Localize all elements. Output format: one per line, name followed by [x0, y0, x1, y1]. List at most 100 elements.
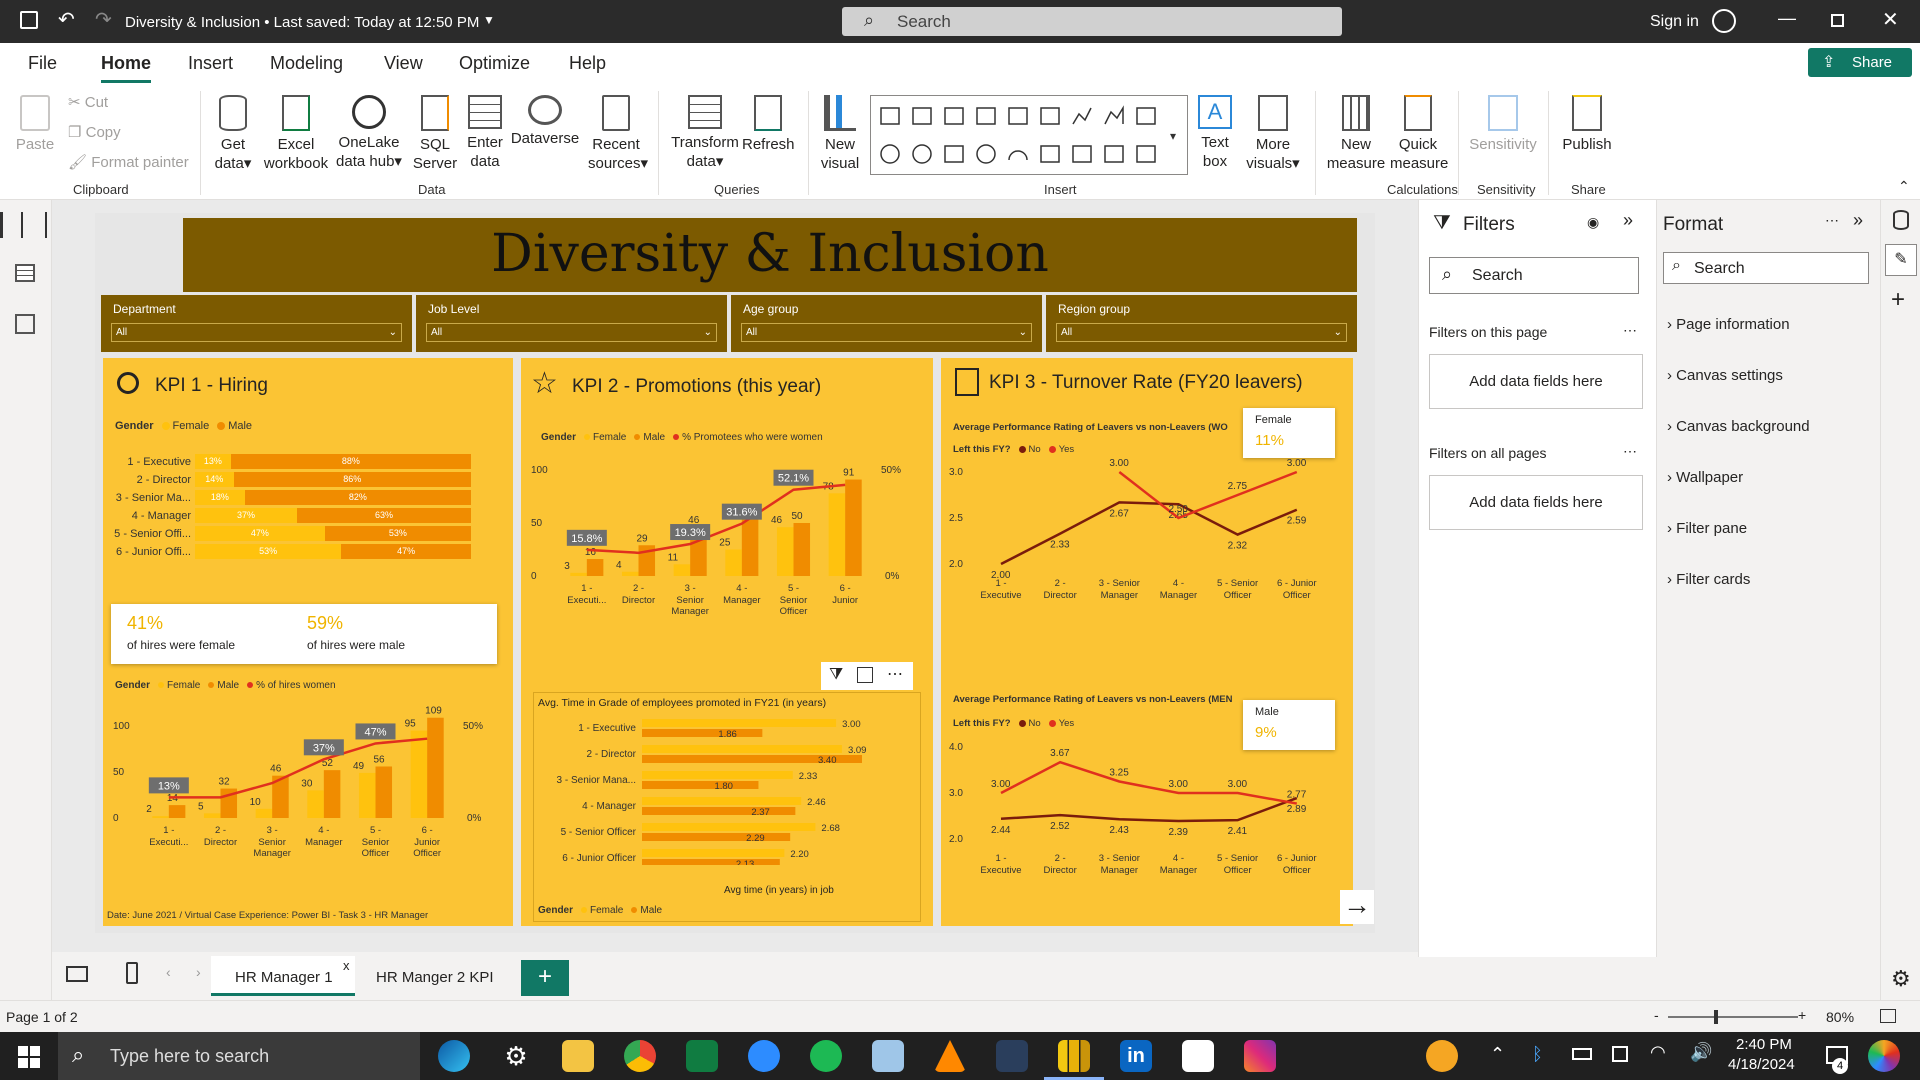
mobile-layout-icon[interactable]: [126, 962, 138, 984]
restore-icon[interactable]: [1831, 14, 1844, 27]
eye-icon[interactable]: ◉: [1587, 214, 1599, 231]
kpi3-panel[interactable]: KPI 3 - Turnover Rate (FY20 leavers) Ave…: [941, 358, 1353, 926]
menu-modeling[interactable]: Modeling: [270, 53, 343, 74]
tray-chevron-icon[interactable]: ⌃: [1490, 1044, 1505, 1065]
undo-icon[interactable]: ↶: [58, 7, 75, 32]
data-pane-icon[interactable]: [1893, 210, 1909, 230]
format-canvas-background[interactable]: › Canvas background: [1667, 418, 1810, 435]
close-icon[interactable]: ✕: [1882, 7, 1899, 32]
desktop-layout-icon[interactable]: [66, 966, 88, 982]
format-page-information[interactable]: › Page information: [1667, 316, 1790, 333]
tab-hr-manager-2-kpi[interactable]: HR Manger 2 KPI: [362, 956, 502, 996]
dataverse-button[interactable]: Dataverse: [510, 95, 580, 148]
visuals-gallery[interactable]: ▾: [870, 95, 1188, 175]
recent-sources-button[interactable]: Recent sources▾: [588, 95, 648, 173]
kpi1-panel[interactable]: KPI 1 - Hiring Gender Female Male 1 - Exec…: [103, 358, 513, 926]
menu-optimize[interactable]: Optimize: [459, 53, 530, 74]
bluetooth-icon[interactable]: ᛒ: [1532, 1044, 1543, 1065]
female-bar-segment[interactable]: 53%: [195, 544, 342, 559]
new-visual-button[interactable]: New visual: [816, 95, 864, 173]
minimize-icon[interactable]: —: [1778, 8, 1796, 29]
instagram-icon[interactable]: [1244, 1040, 1276, 1072]
slack-icon[interactable]: [1182, 1040, 1214, 1072]
kpi1-combo-chart[interactable]: 050100 50%0%2141 -Executi...5322 -Directo…: [103, 698, 513, 910]
format-filter-cards[interactable]: › Filter cards: [1667, 571, 1750, 588]
male-bar-segment[interactable]: 63%: [297, 508, 471, 523]
female-bar-segment[interactable]: 14%: [195, 472, 234, 487]
add-fields-page[interactable]: Add data fields here: [1429, 354, 1643, 409]
slicer-dropdown[interactable]: All ⌄: [111, 323, 402, 342]
onelake-button[interactable]: OneLake data hub▾: [333, 95, 405, 171]
spotify-icon[interactable]: [810, 1040, 842, 1072]
copilot-icon[interactable]: [1868, 1040, 1900, 1072]
menu-view[interactable]: View: [384, 53, 423, 74]
sensitivity-button[interactable]: Sensitivity: [1464, 95, 1542, 154]
add-pane-icon[interactable]: +: [1891, 286, 1905, 314]
slicer-department[interactable]: Department All ⌄: [101, 295, 412, 352]
slicer-dropdown[interactable]: All ⌄: [1056, 323, 1347, 342]
windows-start-icon[interactable]: [18, 1046, 40, 1068]
account-icon[interactable]: [1712, 9, 1736, 33]
slicer-age-group[interactable]: Age group All ⌄: [731, 295, 1042, 352]
kpi2-panel[interactable]: ☆ KPI 2 - Promotions (this year) Gender F…: [521, 358, 933, 926]
redo-icon[interactable]: ↷: [95, 7, 112, 32]
display-icon[interactable]: [1612, 1046, 1628, 1062]
chrome-icon[interactable]: [624, 1040, 656, 1072]
fit-to-page-icon[interactable]: [1880, 1009, 1896, 1023]
document-title[interactable]: Diversity & Inclusion • Last saved: Toda…: [125, 14, 479, 31]
format-search[interactable]: ⌕ Search: [1663, 252, 1869, 284]
focus-mode-icon[interactable]: [857, 667, 873, 683]
avg-time-table-visual[interactable]: Avg. Time in Grade of employees promoted…: [533, 692, 921, 922]
collapse-format-icon[interactable]: »: [1853, 210, 1863, 231]
slicer-region-group[interactable]: Region group All ⌄: [1046, 295, 1357, 352]
format-painter-button[interactable]: 🖌 Format painter: [68, 153, 189, 172]
close-tab-icon[interactable]: x: [343, 958, 350, 973]
slicer-job-level[interactable]: Job Level All ⌄: [416, 295, 727, 352]
male-bar-segment[interactable]: 86%: [233, 472, 471, 487]
collapse-ribbon-icon[interactable]: ⌃: [1898, 178, 1910, 195]
new-measure-button[interactable]: New measure: [1318, 95, 1394, 173]
male-bar-segment[interactable]: 82%: [244, 490, 471, 505]
kpi3-female-line-chart[interactable]: 3.02.52.02.002.332.67 2.652.322.593.002.5…: [941, 458, 1353, 638]
vlc-icon[interactable]: [934, 1040, 966, 1072]
edge-icon[interactable]: [438, 1040, 470, 1072]
file-explorer-icon[interactable]: [562, 1040, 594, 1072]
more-options-icon[interactable]: ⋯: [1623, 322, 1637, 339]
linkedin-icon[interactable]: in: [1120, 1040, 1152, 1072]
male-bar-segment[interactable]: 53%: [324, 526, 471, 541]
format-pane-icon[interactable]: ✎: [1885, 244, 1917, 276]
search-box[interactable]: ⌕ Search: [842, 7, 1342, 36]
kpi3-male-line-chart[interactable]: 4.0 3.0 2.0 2.44 2.52 2.43 2.39 2.41 2.89 3.00 3.6…: [941, 733, 1353, 923]
excel-workbook-button[interactable]: Excel workbook: [263, 95, 329, 173]
taskbar-search[interactable]: ⌕ Type here to search: [58, 1032, 420, 1080]
menu-insert[interactable]: Insert: [188, 53, 233, 74]
more-options-icon[interactable]: ⋯: [1825, 212, 1839, 229]
report-view-icon[interactable]: [0, 212, 52, 238]
sql-server-button[interactable]: SQL Server: [410, 95, 460, 173]
settings-icon[interactable]: ⚙: [1891, 966, 1911, 992]
zoom-out-icon[interactable]: -: [1654, 1007, 1659, 1023]
prev-page-icon[interactable]: ‹: [166, 964, 171, 980]
male-bar-segment[interactable]: 88%: [230, 454, 471, 469]
notes-icon[interactable]: [872, 1040, 904, 1072]
add-page-button[interactable]: +: [521, 960, 569, 996]
settings-icon[interactable]: ⚙: [500, 1040, 532, 1072]
format-wallpaper[interactable]: › Wallpaper: [1667, 469, 1743, 486]
slicer-dropdown[interactable]: All ⌄: [426, 323, 717, 342]
refresh-button[interactable]: Refresh: [742, 95, 795, 154]
wifi-icon[interactable]: ◠: [1650, 1042, 1666, 1063]
female-bar-segment[interactable]: 47%: [195, 526, 325, 541]
paste-button[interactable]: Paste: [14, 95, 56, 154]
format-canvas-settings[interactable]: › Canvas settings: [1667, 367, 1783, 384]
cut-button[interactable]: ✂ Cut: [68, 93, 108, 112]
tab-hr-manager-1[interactable]: HR Manager 1 x: [211, 956, 355, 996]
collapse-filters-icon[interactable]: »: [1623, 210, 1633, 231]
quick-measure-button[interactable]: Quick measure: [1390, 95, 1448, 173]
table-view-icon[interactable]: [15, 264, 35, 282]
menu-help[interactable]: Help: [569, 53, 606, 74]
menu-home[interactable]: Home: [101, 53, 152, 83]
female-bar-segment[interactable]: 18%: [195, 490, 245, 505]
text-box-button[interactable]: A Text box: [1194, 95, 1236, 171]
power-bi-icon[interactable]: [1058, 1040, 1090, 1072]
kpi1-stacked-bars[interactable]: 1 - Executive 13% 88% 2 - Director 14% 86% 3 -…: [103, 454, 513, 584]
